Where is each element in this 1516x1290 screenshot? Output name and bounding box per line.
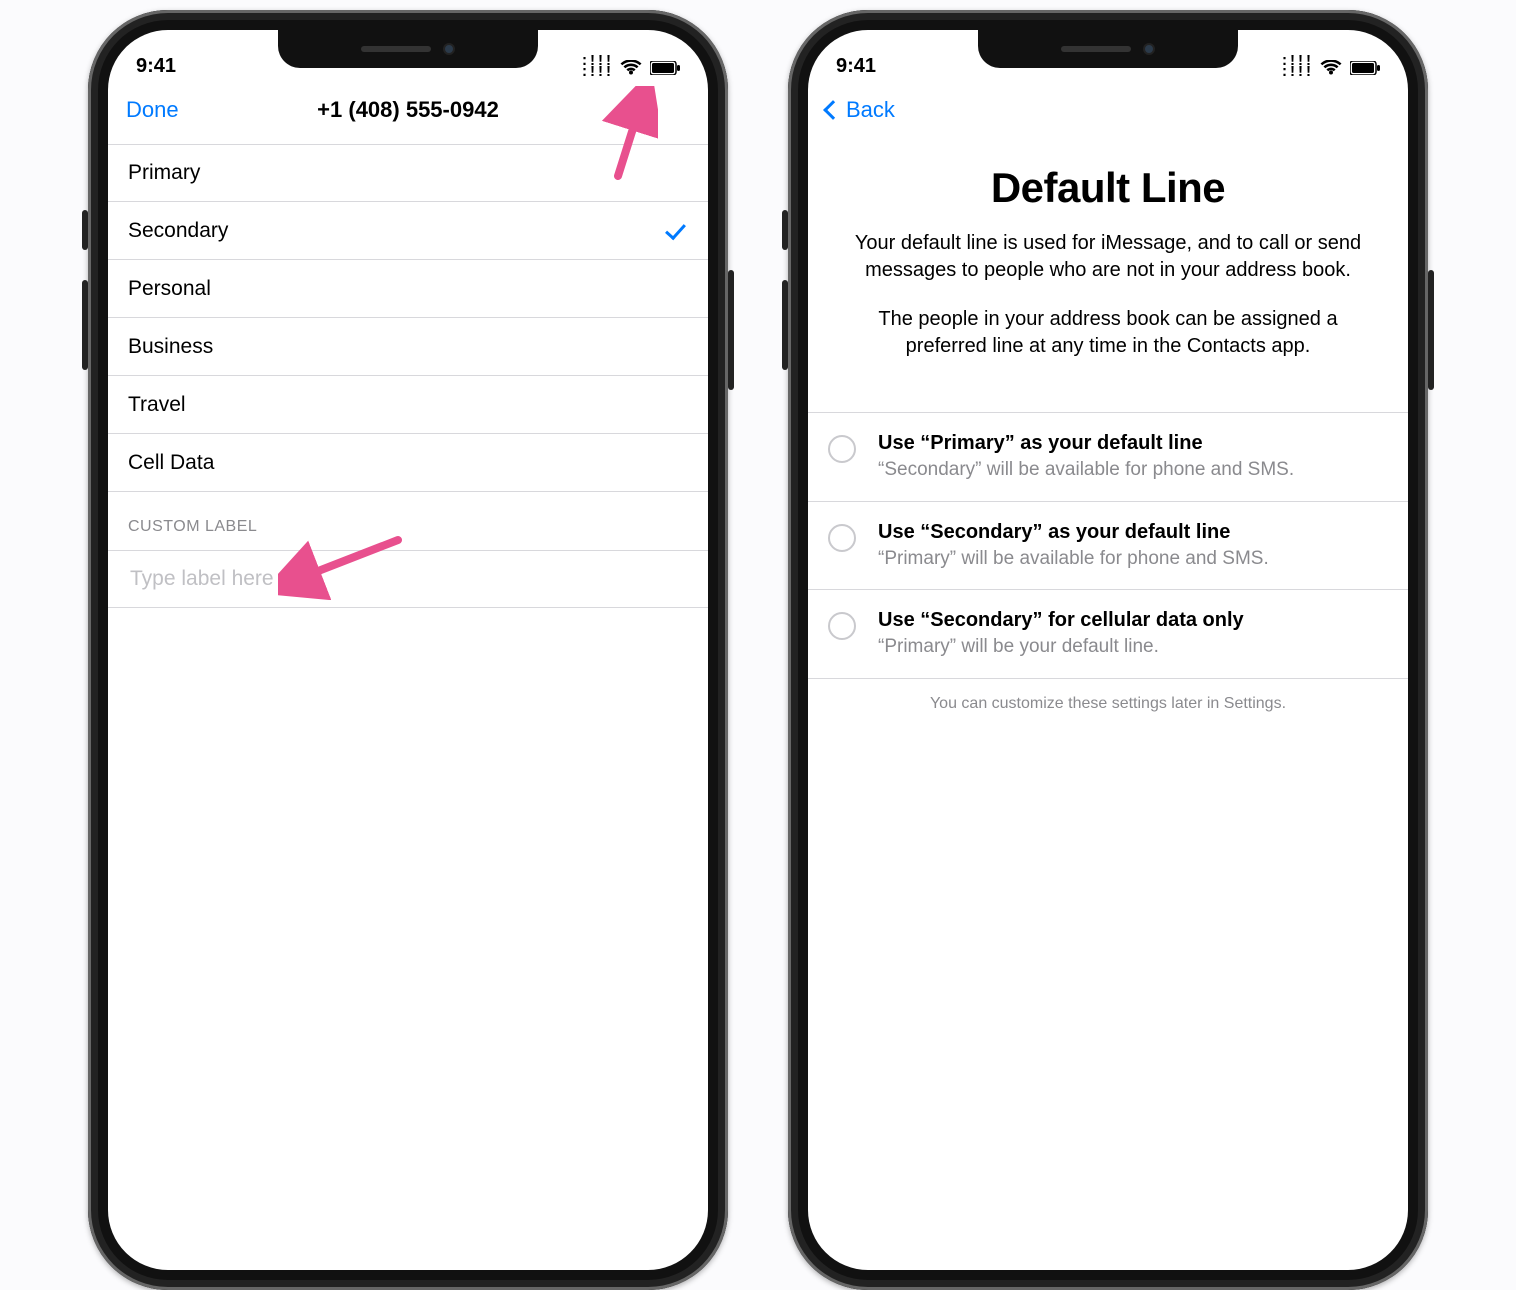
screen-label-picker: 9:41 :!!!:!!! Done +1 (408) 555-0942 Pri… xyxy=(108,30,708,1270)
label-text: Cell Data xyxy=(128,451,214,475)
status-time: 9:41 xyxy=(136,55,176,78)
iphone-frame-right: 9:41 :!!!:!!! Back Default Line Your def… xyxy=(788,10,1428,1290)
label-text: Business xyxy=(128,335,213,359)
label-row-secondary[interactable]: Secondary xyxy=(108,202,708,260)
footnote: You can customize these settings later i… xyxy=(808,679,1408,729)
custom-label-header: Custom Label xyxy=(108,492,708,544)
option-primary-default[interactable]: Use “Primary” as your default line “Seco… xyxy=(808,412,1408,501)
option-subtitle: “Primary” will be your default line. xyxy=(878,635,1244,660)
option-title: Use “Secondary” for cellular data only xyxy=(878,608,1244,633)
intro-paragraph-2: The people in your address book can be a… xyxy=(836,306,1380,360)
chevron-left-icon xyxy=(823,100,843,120)
custom-label-row[interactable] xyxy=(108,550,708,608)
label-text: Personal xyxy=(128,277,211,301)
hero-section: Default Line Your default line is used f… xyxy=(808,138,1408,412)
default-line-options: Use “Primary” as your default line “Seco… xyxy=(808,412,1408,679)
radio-icon xyxy=(828,524,856,552)
nav-title: +1 (408) 555-0942 xyxy=(317,97,499,123)
option-subtitle: “Secondary” will be available for phone … xyxy=(878,458,1294,483)
screen-default-line: 9:41 :!!!:!!! Back Default Line Your def… xyxy=(808,30,1408,1270)
device-notch xyxy=(278,30,538,68)
checkmark-icon xyxy=(666,220,688,242)
back-label: Back xyxy=(846,97,895,123)
radio-icon xyxy=(828,612,856,640)
label-row-business[interactable]: Business xyxy=(108,318,708,376)
radio-icon xyxy=(828,435,856,463)
wifi-icon xyxy=(1320,60,1342,76)
status-time: 9:41 xyxy=(836,55,876,78)
nav-bar: Done +1 (408) 555-0942 xyxy=(108,82,708,138)
back-button[interactable]: Back xyxy=(826,97,895,123)
option-title: Use “Secondary” as your default line xyxy=(878,520,1269,545)
label-row-personal[interactable]: Personal xyxy=(108,260,708,318)
battery-icon xyxy=(1350,61,1380,75)
label-list: Primary Secondary Personal Business Trav… xyxy=(108,144,708,492)
iphone-frame-left: 9:41 :!!!:!!! Done +1 (408) 555-0942 Pri… xyxy=(88,10,728,1290)
done-button[interactable]: Done xyxy=(126,97,179,123)
nav-bar: Back xyxy=(808,82,1408,138)
option-secondary-default[interactable]: Use “Secondary” as your default line “Pr… xyxy=(808,501,1408,590)
dual-sim-signal-icon: :!!!:!!! xyxy=(1280,57,1312,78)
intro-paragraph-1: Your default line is used for iMessage, … xyxy=(836,230,1380,284)
label-text: Primary xyxy=(128,161,200,185)
wifi-icon xyxy=(620,60,642,76)
label-row-travel[interactable]: Travel xyxy=(108,376,708,434)
page-title: Default Line xyxy=(836,164,1380,212)
dual-sim-signal-icon: :!!!:!!! xyxy=(580,57,612,78)
device-notch xyxy=(978,30,1238,68)
battery-icon xyxy=(650,61,680,75)
custom-label-input[interactable] xyxy=(128,566,688,592)
label-text: Travel xyxy=(128,393,186,417)
label-row-primary[interactable]: Primary xyxy=(108,144,708,202)
label-row-celldata[interactable]: Cell Data xyxy=(108,434,708,492)
label-text: Secondary xyxy=(128,219,228,243)
option-title: Use “Primary” as your default line xyxy=(878,431,1294,456)
option-subtitle: “Primary” will be available for phone an… xyxy=(878,547,1269,572)
option-secondary-data-only[interactable]: Use “Secondary” for cellular data only “… xyxy=(808,589,1408,679)
